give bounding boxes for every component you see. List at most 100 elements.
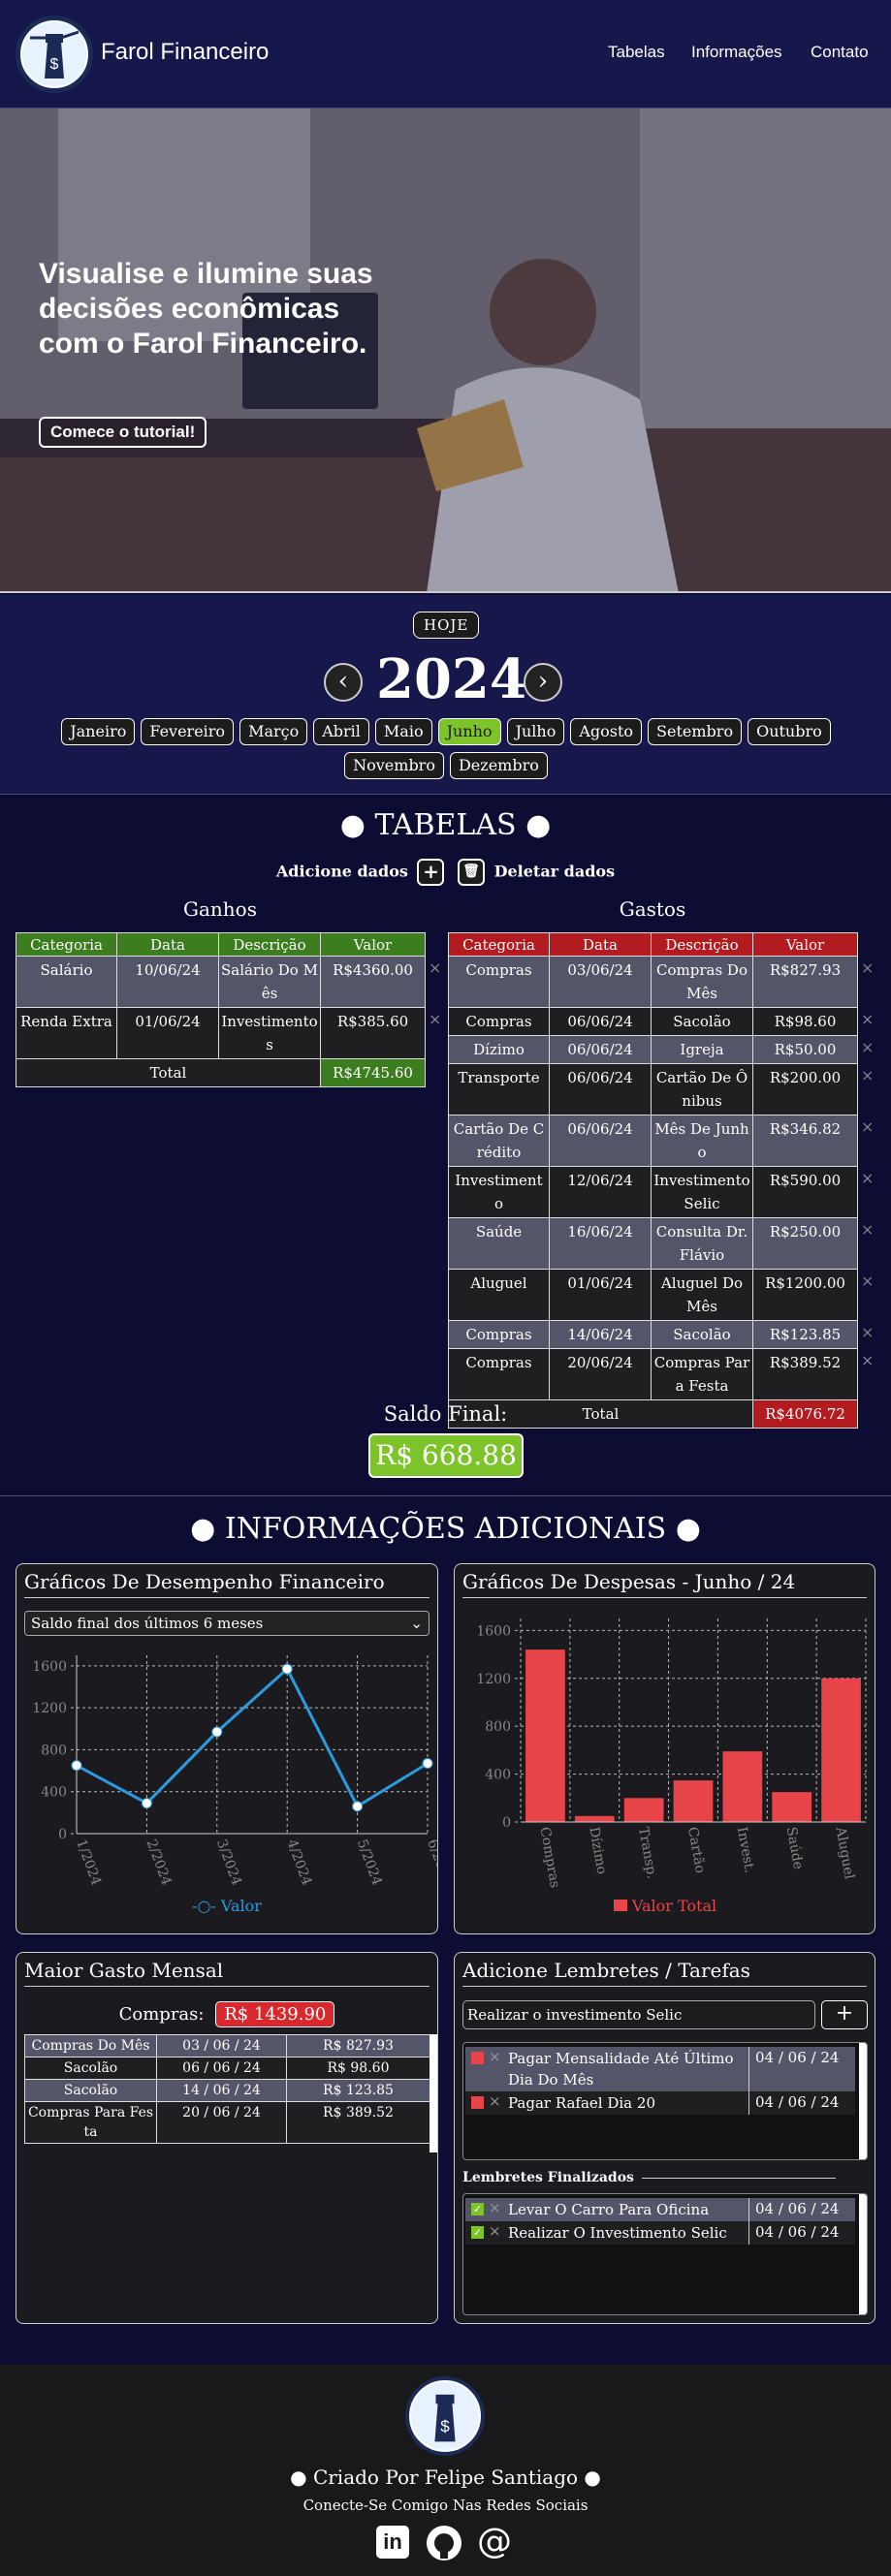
remove-icon[interactable]: × [489,2222,501,2240]
delete-row-icon[interactable]: × [861,1038,874,1056]
table-cell: Investimento Selic [651,1166,753,1218]
nav-informacoes[interactable]: Informações [691,43,782,62]
data-point[interactable] [281,1663,293,1675]
month-10[interactable]: Novembro [344,752,444,779]
month-2[interactable]: Março [239,718,308,745]
nav-tabelas[interactable]: Tabelas [608,43,665,62]
table-row[interactable]: Compras 14/06/24 Sacolão R$123.85 [448,1320,858,1349]
table-row[interactable]: Cartão De Crédito 06/06/24 Mês De Junho R$3… [448,1115,858,1167]
reminder-text: Levar O Carro Para Oficina [508,2201,710,2218]
remove-icon[interactable]: × [489,2199,501,2216]
table-cell: Mês De Junho [651,1115,753,1167]
y-tick-label: 1600 [32,1659,67,1675]
footer: $ ● Criado Por Felipe Santiago ● Conecte… [0,2365,891,2576]
table-row[interactable]: Investimento 12/06/24 Investimento Selic R$… [448,1166,858,1218]
month-6[interactable]: Julho [506,718,565,745]
column-header: Data [116,932,219,957]
table-cell: R$827.93 [752,956,858,1008]
month-5[interactable]: Junho [437,718,501,745]
delete-row-icon[interactable]: × [861,1220,874,1239]
brand-name[interactable]: Farol Financeiro [101,39,269,66]
prev-year-button[interactable]: ‹ [324,663,363,702]
data-point[interactable] [211,1726,223,1738]
add-reminder-button[interactable]: + [821,2000,868,2029]
bar[interactable] [772,1792,812,1822]
pending-item[interactable]: × Pagar Rafael Dia 20 04 / 06 / 24 [465,2091,855,2115]
delete-row-icon[interactable]: × [861,958,874,977]
table-row[interactable]: Aluguel 01/06/24 Aluguel Do Mês R$1200.00 [448,1269,858,1321]
next-year-button[interactable]: › [524,663,562,702]
delete-row-icon[interactable]: × [861,1117,874,1136]
remove-icon[interactable]: × [489,2092,501,2110]
data-point[interactable] [141,1798,152,1809]
checkbox-checked-icon[interactable]: ✓ [471,2226,484,2239]
month-11[interactable]: Dezembro [449,752,548,779]
x-tick-label: Transp. [635,1826,659,1880]
month-8[interactable]: Setembro [648,718,743,745]
data-point[interactable] [71,1760,82,1772]
table-cell: 06/06/24 [549,1063,652,1115]
checkbox-icon[interactable] [471,2052,484,2064]
today-button[interactable]: HOJE [413,612,480,639]
bar[interactable] [722,1751,763,1822]
trash-icon[interactable]: 🗑 [458,859,486,886]
github-icon[interactable] [427,2526,461,2560]
table-cell: Sacolão [651,1320,753,1349]
scrollbar[interactable] [859,2043,867,2159]
delete-row-icon[interactable]: × [861,1169,874,1187]
lighthouse-logo-icon: $ [405,2376,485,2456]
pending-item[interactable]: × Pagar Mensalidade Até Último Dia Do Mês… [465,2047,855,2091]
table-cell: R$98.60 [752,1007,858,1036]
table-row[interactable]: Renda Extra 01/06/24 Investimentos R$385.60 [16,1007,426,1059]
email-icon[interactable]: @ [475,2524,514,2562]
table-cell: 10/06/24 [116,956,219,1008]
linkedin-icon[interactable]: in [376,2526,409,2559]
data-point[interactable] [422,1757,433,1769]
table-row[interactable]: Salário 10/06/24 Salário Do Mês R$4360.00 [16,956,426,1008]
month-3[interactable]: Abril [313,718,369,745]
bar[interactable] [525,1649,565,1822]
delete-row-icon[interactable]: × [429,958,441,977]
bar[interactable] [673,1780,714,1822]
month-7[interactable]: Agosto [570,718,643,745]
lighthouse-logo-icon[interactable]: $ [16,16,93,93]
add-data-button[interactable]: + [417,859,445,886]
delete-row-icon[interactable]: × [861,1351,874,1369]
done-item[interactable]: ✓ × Realizar O Investimento Selic 04 / 06 /… [465,2221,855,2245]
data-point[interactable] [352,1801,364,1812]
delete-row-icon[interactable]: × [861,1010,874,1028]
delete-row-icon[interactable]: × [861,1066,874,1084]
table-row[interactable]: Compras 20/06/24 Compras Para Festa R$389.5… [448,1348,858,1400]
delete-row-icon[interactable]: × [429,1010,441,1028]
remove-icon[interactable]: × [489,2048,501,2065]
month-9[interactable]: Outubro [748,718,831,745]
checkbox-icon[interactable] [471,2096,484,2109]
table-cell: Compras Do Mês [651,956,753,1008]
tutorial-button[interactable]: Comece o tutorial! [39,417,207,448]
bar[interactable] [821,1678,861,1822]
bar[interactable] [574,1815,615,1822]
delete-row-icon[interactable]: × [861,1272,874,1290]
nav-contato[interactable]: Contato [811,43,869,62]
x-tick-label: 6/2024 [424,1838,437,1888]
period-select[interactable]: Saldo final dos últimos 6 meses ⌄ [24,1611,430,1636]
table-row[interactable]: Transporte 06/06/24 Cartão De Ônibus R$200.… [448,1063,858,1115]
table-cell: R$250.00 [752,1217,858,1270]
table-row[interactable]: Dízimo 06/06/24 Igreja R$50.00 [448,1035,858,1064]
checkbox-checked-icon[interactable]: ✓ [471,2203,484,2215]
month-1[interactable]: Fevereiro [141,718,235,745]
delete-row-icon[interactable]: × [861,1323,874,1341]
largest-expense-title: Maior Gasto Mensal [24,1959,430,1987]
done-item[interactable]: ✓ × Levar O Carro Para Oficina 04 / 06 / 24 [465,2198,855,2221]
month-4[interactable]: Maio [374,718,432,745]
reminder-input[interactable]: Realizar o investimento Selic [462,2000,815,2029]
table-row[interactable]: Saúde 16/06/24 Consulta Dr. Flávio R$250.00 [448,1217,858,1270]
month-0[interactable]: Janeiro [61,718,136,745]
scrollbar[interactable] [430,2034,437,2152]
done-title: Lembretes Finalizados [462,2170,634,2185]
table-row[interactable]: Compras 03/06/24 Compras Do Mês R$827.93 [448,956,858,1008]
scrollbar[interactable] [859,2194,867,2314]
bar[interactable] [623,1798,664,1822]
table-row[interactable]: Compras 06/06/24 Sacolão R$98.60 [448,1007,858,1036]
largest-expense-card: Maior Gasto Mensal Compras: R$ 1439.90 C… [16,1952,438,2324]
